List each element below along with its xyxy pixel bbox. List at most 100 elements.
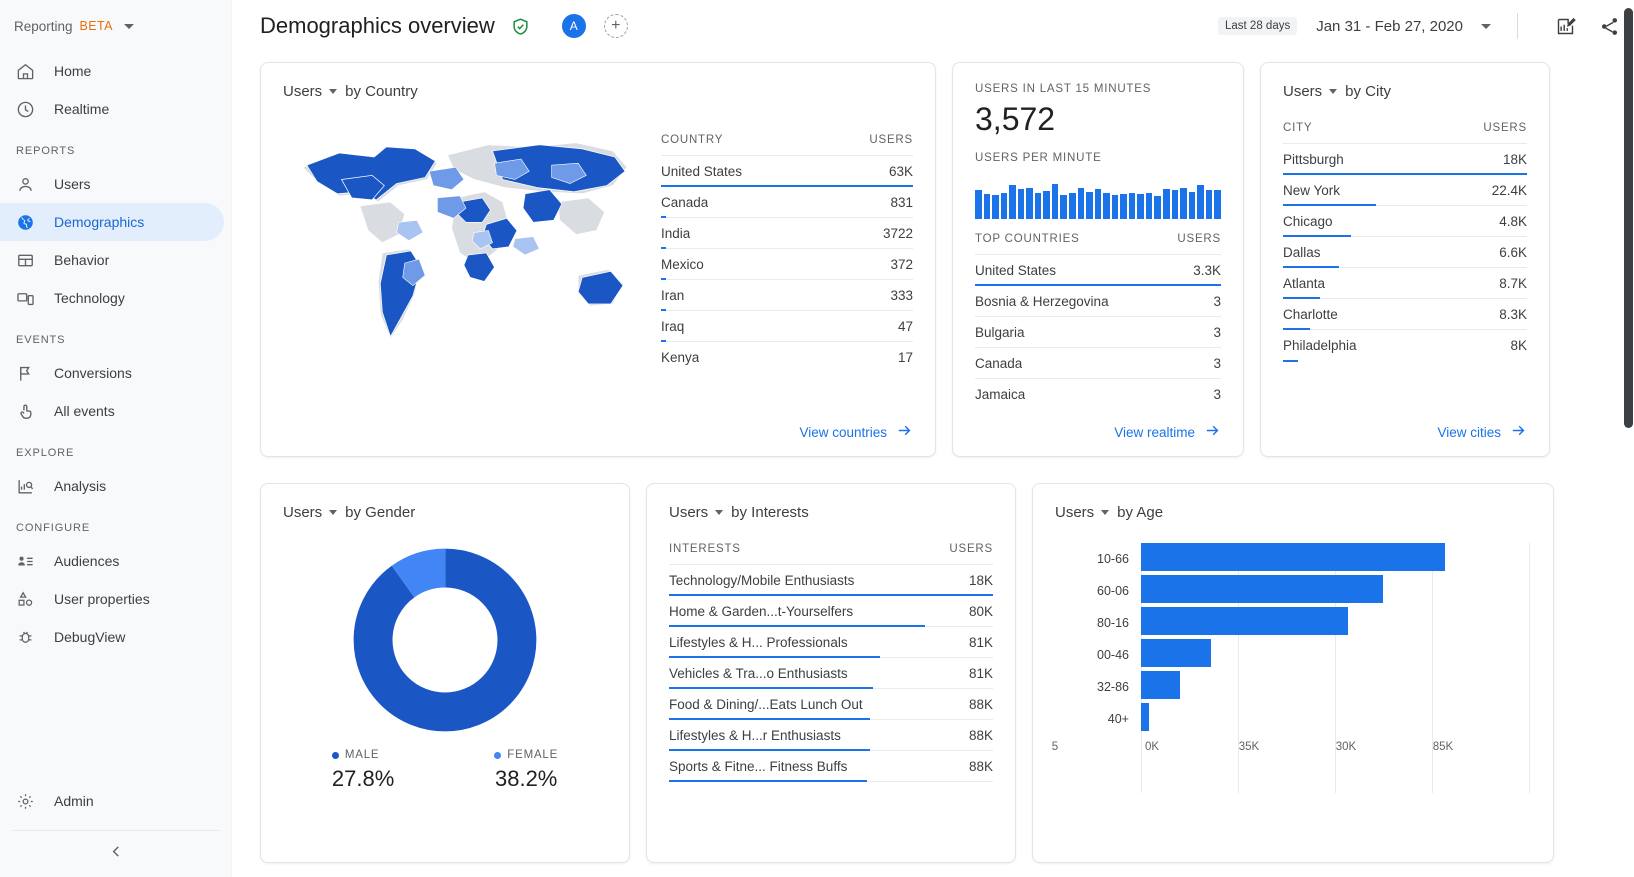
world-map-chart[interactable]: [283, 104, 653, 373]
country-users: 3.3K: [1193, 263, 1221, 278]
table-row[interactable]: Lifestyles & H...r Enthusiasts 88K: [669, 720, 993, 751]
dashboard-board: Users by Country: [232, 52, 1634, 863]
city-users: 18K: [1503, 152, 1527, 167]
brand-reporting-switcher[interactable]: Reporting BETA: [0, 0, 231, 52]
sidebar-item-audiences[interactable]: Audiences: [0, 542, 231, 580]
table-row[interactable]: United States 63K: [661, 156, 913, 187]
legend-label-row: MALE: [332, 749, 394, 761]
sidebar-item-analysis[interactable]: Analysis: [0, 467, 231, 505]
view-cities-link[interactable]: View cities: [1437, 422, 1527, 442]
country-name: Canada: [975, 356, 1022, 371]
table-row[interactable]: Dallas 6.6K: [1283, 237, 1527, 268]
metric-selector[interactable]: Users: [1055, 504, 1109, 521]
age-row[interactable]: 40+: [1055, 703, 1531, 735]
sidebar-item-user-properties[interactable]: User properties: [0, 580, 231, 618]
age-row[interactable]: 60-06: [1055, 575, 1531, 607]
chevron-down-icon[interactable]: [124, 24, 134, 29]
debug-icon: [14, 626, 36, 648]
table-row[interactable]: Lifestyles & H... Professionals 81K: [669, 627, 993, 658]
table-row[interactable]: Home & Garden...t-Yourselfers 80K: [669, 596, 993, 627]
table-row[interactable]: New York 22.4K: [1283, 175, 1527, 206]
x-tick-label: 0K: [1145, 741, 1159, 753]
chevron-down-icon[interactable]: [329, 510, 337, 515]
age-row[interactable]: 00-46: [1055, 639, 1531, 671]
city-users: 8K: [1510, 338, 1527, 353]
chevron-down-icon[interactable]: [1101, 510, 1109, 515]
metric-selector[interactable]: Users: [283, 504, 337, 521]
table-row[interactable]: Pittsburgh 18K: [1283, 144, 1527, 175]
page-title: Demographics overview: [260, 13, 495, 39]
sidebar-item-all-events[interactable]: All events: [0, 392, 231, 430]
table-row[interactable]: India 3722: [661, 218, 913, 249]
table-row[interactable]: Canada 3: [975, 348, 1221, 379]
table-row[interactable]: Kenya 17: [661, 342, 913, 373]
metric-selector[interactable]: Users: [283, 83, 337, 100]
sidebar-item-users[interactable]: Users: [0, 165, 231, 203]
chevron-down-icon[interactable]: [329, 89, 337, 94]
table-row[interactable]: United States 3.3K: [975, 255, 1221, 286]
view-countries-link[interactable]: View countries: [799, 422, 913, 442]
age-category-label: 60-06: [1055, 584, 1141, 598]
age-row[interactable]: 10-66: [1055, 543, 1531, 575]
top-countries-table: TOP COUNTRIES USERS United States 3.3K B…: [975, 233, 1221, 410]
chevron-down-icon[interactable]: [715, 510, 723, 515]
sidebar-item-technology[interactable]: Technology: [0, 279, 231, 317]
table-row[interactable]: Mexico 372: [661, 249, 913, 280]
page-header: Demographics overview A + Last 28 days J…: [232, 0, 1634, 52]
sidebar-item-behavior[interactable]: Behavior: [0, 241, 231, 279]
scrollbar-track[interactable]: [1622, 0, 1634, 877]
view-realtime-link[interactable]: View realtime: [1114, 422, 1221, 442]
table-row[interactable]: Vehicles & Tra...o Enthusiasts 81K: [669, 658, 993, 689]
table-row[interactable]: Charlotte 8.3K: [1283, 299, 1527, 330]
sidebar-item-label: Conversions: [54, 365, 132, 381]
metric-selector[interactable]: Users: [669, 504, 723, 521]
age-bar-chart[interactable]: 10-66 60-06 80-16 00-46: [1055, 543, 1531, 793]
gender-donut-chart[interactable]: [283, 545, 607, 735]
country-name: Mexico: [661, 257, 704, 272]
table-row[interactable]: Atlanta 8.7K: [1283, 268, 1527, 299]
users-per-minute-chart[interactable]: [975, 173, 1221, 219]
sidebar-item-realtime[interactable]: Realtime: [0, 90, 231, 128]
sidebar-item-demographics[interactable]: Demographics: [0, 203, 224, 241]
table-row[interactable]: Canada 831: [661, 187, 913, 218]
country-users: 3: [1213, 387, 1221, 402]
chevron-down-icon[interactable]: [1329, 89, 1337, 94]
table-row[interactable]: Food & Dining/...Eats Lunch Out 88K: [669, 689, 993, 720]
sidebar-item-admin[interactable]: Admin: [0, 782, 232, 820]
sidebar-collapse-button[interactable]: [0, 831, 232, 877]
date-preset-badge[interactable]: Last 28 days: [1218, 17, 1297, 35]
column-header-top-countries: TOP COUNTRIES: [975, 233, 1080, 245]
link-label: View cities: [1437, 425, 1501, 440]
table-row[interactable]: Iraq 47: [661, 311, 913, 342]
city-name: Dallas: [1283, 245, 1321, 260]
dimension-label: by Age: [1117, 504, 1163, 521]
sidebar-item-home[interactable]: Home: [0, 52, 231, 90]
link-label: View realtime: [1114, 425, 1195, 440]
sidebar-item-debugview[interactable]: DebugView: [0, 618, 231, 656]
table-row[interactable]: Bosnia & Herzegovina 3: [975, 286, 1221, 317]
country-users: 3: [1213, 325, 1221, 340]
share-icon[interactable]: [1596, 13, 1622, 39]
table-row[interactable]: Philadelphia 8K: [1283, 330, 1527, 361]
date-range-label[interactable]: Jan 31 - Feb 27, 2020: [1316, 18, 1463, 35]
scrollbar-thumb[interactable]: [1624, 8, 1633, 428]
table-row[interactable]: Iran 333: [661, 280, 913, 311]
edit-chart-icon[interactable]: [1552, 13, 1578, 39]
table-row[interactable]: Bulgaria 3: [975, 317, 1221, 348]
card-header: Users by Age: [1055, 504, 1531, 521]
table-row[interactable]: Chicago 4.8K: [1283, 206, 1527, 237]
age-category-label: 80-16: [1055, 616, 1141, 630]
table-row[interactable]: Jamaica 3: [975, 379, 1221, 410]
table-row[interactable]: Technology/Mobile Enthusiasts 18K: [669, 565, 993, 596]
avatar[interactable]: A: [562, 14, 586, 38]
plus-icon[interactable]: +: [604, 14, 628, 38]
metric-selector[interactable]: Users: [1283, 83, 1337, 100]
age-row[interactable]: 32-86: [1055, 671, 1531, 703]
metric-label: Users: [1055, 504, 1094, 521]
age-row[interactable]: 80-16: [1055, 607, 1531, 639]
table-row[interactable]: Sports & Fitne... Fitness Buffs 88K: [669, 751, 993, 782]
link-label: View countries: [799, 425, 887, 440]
chevron-down-icon[interactable]: [1481, 24, 1491, 29]
sidebar-item-conversions[interactable]: Conversions: [0, 354, 231, 392]
sidebar-item-label: Audiences: [54, 553, 119, 569]
